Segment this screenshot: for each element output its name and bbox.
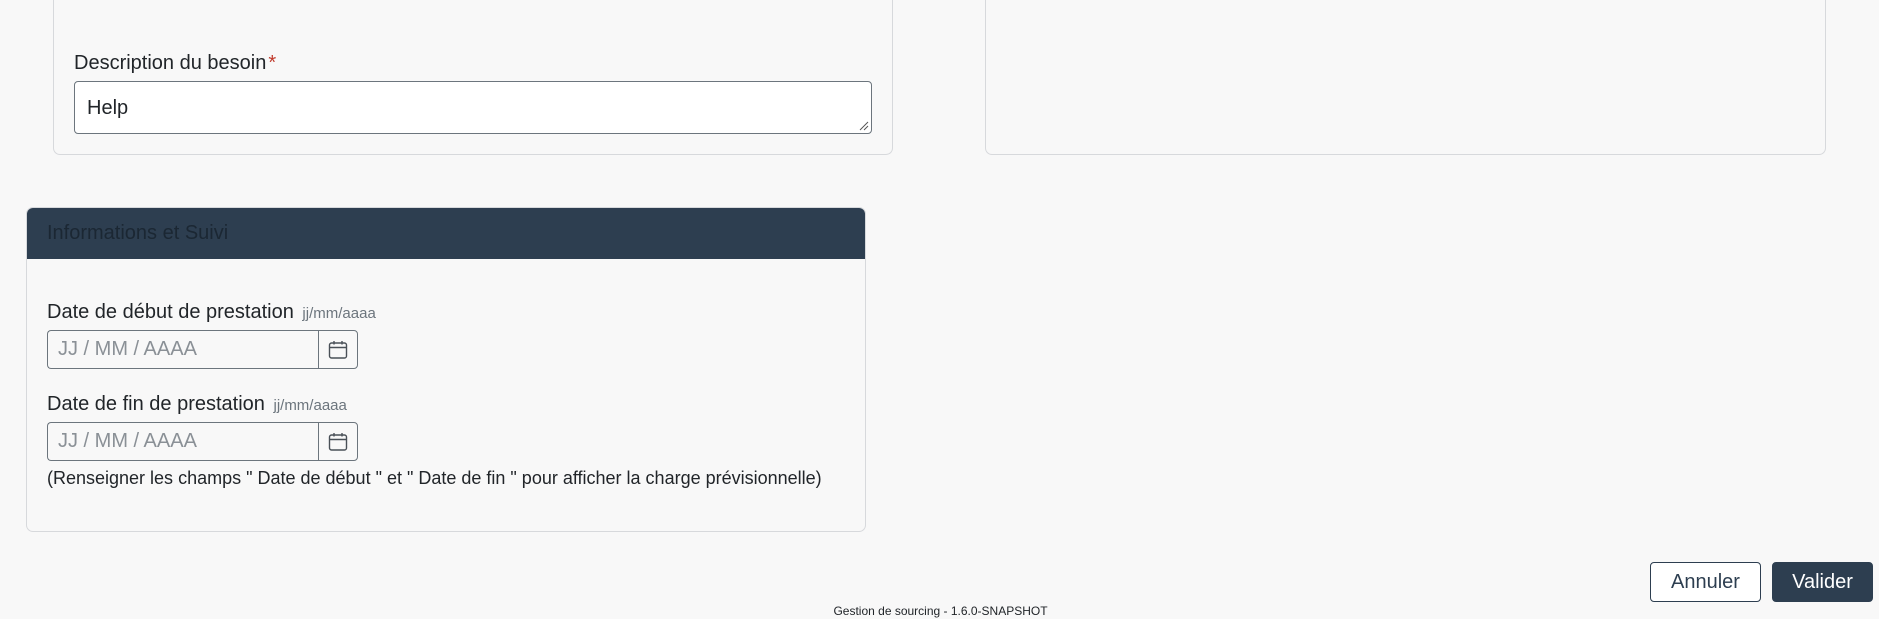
start-date-label: Date de début de prestation jj/mm/aaaa [47, 301, 376, 324]
cancel-button[interactable]: Annuler [1650, 562, 1761, 602]
right-panel [985, 0, 1826, 155]
date-help-text: (Renseigner les champs " Date de début "… [47, 468, 822, 488]
start-date-hint: jj/mm/aaaa [302, 305, 376, 322]
end-date-group [47, 422, 358, 461]
end-date-label: Date de fin de prestation jj/mm/aaaa [47, 393, 347, 416]
required-marker: * [268, 52, 277, 74]
calendar-icon [328, 432, 348, 451]
end-date-input[interactable] [47, 422, 318, 461]
calendar-icon [328, 340, 348, 359]
description-value: Help [87, 97, 129, 119]
submit-button[interactable]: Valider [1772, 562, 1873, 602]
app-footer: Gestion de sourcing - 1.6.0-SNAPSHOT [0, 604, 1879, 618]
page: Description du besoin * Help Informations… [0, 0, 1879, 619]
description-label-text: Description du besoin [74, 52, 267, 74]
start-date-input[interactable] [47, 330, 318, 369]
resize-grip-icon[interactable] [859, 121, 869, 131]
end-date-hint: jj/mm/aaaa [273, 397, 347, 414]
info-section-card: Informations et Suivi Date de début de p… [26, 207, 866, 532]
end-date-picker-button[interactable] [318, 422, 358, 461]
description-textarea[interactable]: Help [74, 81, 872, 134]
info-section-title: Informations et Suivi [47, 222, 229, 244]
start-date-group [47, 330, 358, 369]
info-section-header: Informations et Suivi [27, 208, 865, 259]
start-date-label-text: Date de début de prestation [47, 301, 294, 323]
end-date-label-text: Date de fin de prestation [47, 393, 265, 415]
description-label: Description du besoin * [74, 52, 276, 75]
footer-version-text: Gestion de sourcing - 1.6.0-SNAPSHOT [833, 604, 1048, 618]
start-date-picker-button[interactable] [318, 330, 358, 369]
